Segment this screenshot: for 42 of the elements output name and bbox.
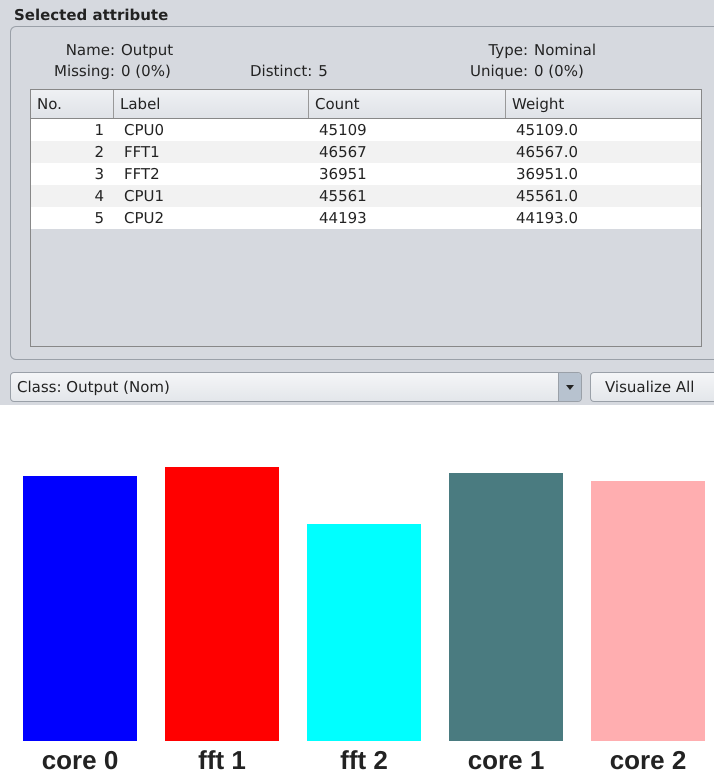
bar-label: fft 1 (198, 745, 246, 776)
table-cell-text: 44193 (318, 208, 368, 229)
table-cell-text: 36951 (318, 164, 368, 185)
table-cell-text: CPU1 (123, 186, 166, 207)
bar-label: fft 2 (340, 745, 388, 776)
info-value: Output (121, 41, 174, 61)
table-cell-text: 45561.0 (515, 186, 580, 207)
info-label: Missing: (53, 62, 115, 82)
info-label: Unique: (469, 62, 528, 82)
info-label: Type: (487, 41, 528, 61)
bar-label: core 2 (610, 745, 686, 776)
table-cell-text: CPU0 (123, 120, 166, 141)
table-cell-text: 44193.0 (515, 208, 580, 229)
table-cell-text: 45561 (318, 186, 368, 207)
info-value: Nominal (534, 41, 596, 61)
visualize-all-button[interactable]: Visualize All (590, 372, 714, 402)
table-cell-text: 3 (93, 164, 105, 185)
bar-label: core 0 (42, 745, 118, 776)
table-cell-text: FFT2 (123, 164, 161, 185)
table-cell-text: 46567 (318, 142, 368, 163)
class-dropdown[interactable]: Class: Output (Nom) (10, 372, 582, 402)
table-cell-text: 45109.0 (515, 120, 580, 141)
table-cell-text: 45109 (318, 120, 368, 141)
bar-label: core 1 (468, 745, 544, 776)
table-cell-text: 46567.0 (515, 142, 580, 163)
panel-title: Selected attribute (13, 5, 170, 26)
table-cell-text: CPU2 (123, 208, 166, 229)
table-cell-text: 36951.0 (515, 164, 580, 185)
info-value: 5 (318, 62, 328, 82)
info-value: 0 (0%) (121, 62, 171, 82)
table-cell-text: 1 (93, 120, 105, 141)
table-cell-text: 5 (93, 208, 105, 229)
table-cell-text: FFT1 (123, 142, 161, 163)
column-header[interactable]: Label (114, 90, 309, 118)
table-cell-text: 2 (93, 142, 105, 163)
info-label: Name: (64, 41, 115, 61)
info-label: Distinct: (250, 62, 312, 82)
table-cell-text: 4 (93, 186, 105, 207)
info-value: 0 (0%) (534, 62, 584, 82)
column-header[interactable]: Count (309, 90, 506, 118)
column-header[interactable]: No. (31, 90, 114, 118)
column-header[interactable]: Weight (506, 90, 701, 118)
